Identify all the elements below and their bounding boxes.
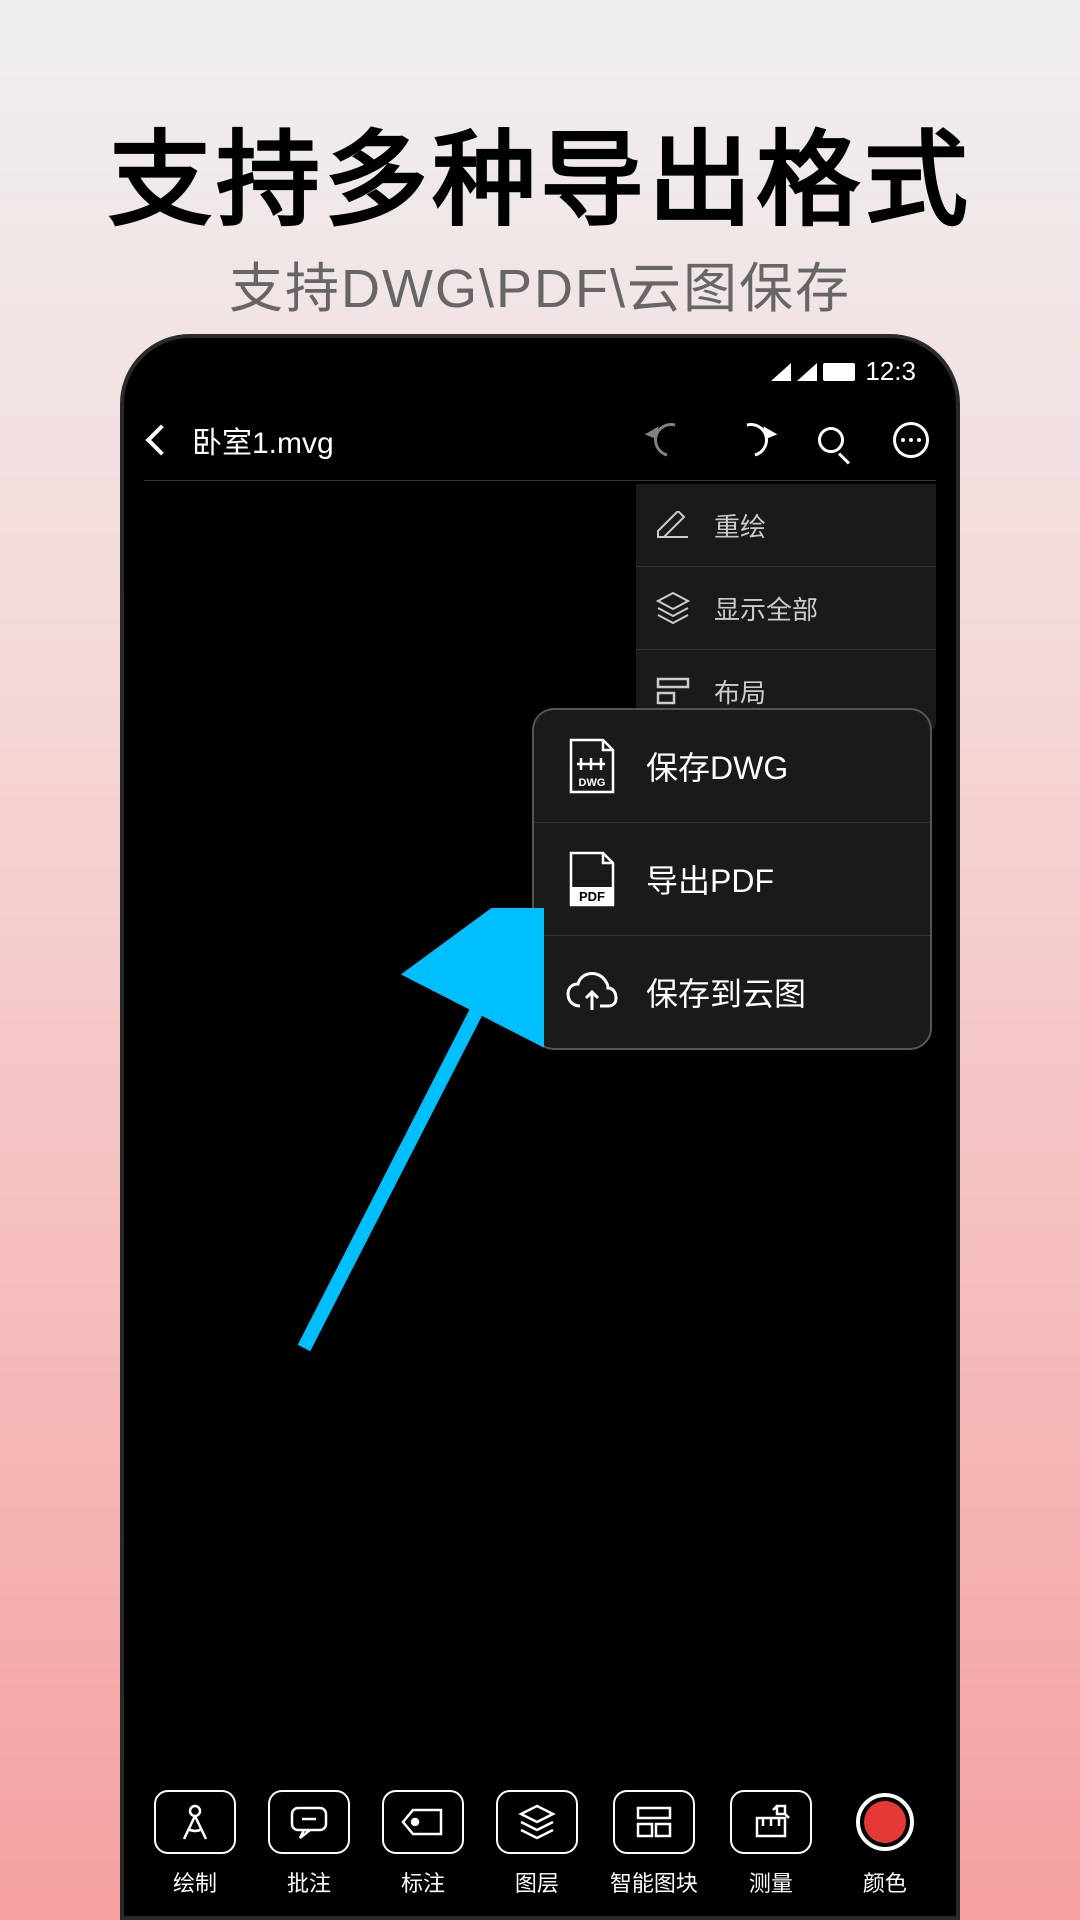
dwg-file-icon: DWG bbox=[564, 738, 620, 794]
bottom-toolbar: 绘制 批注 标注 bbox=[124, 1772, 956, 1916]
tool-label: 智能图块 bbox=[610, 1866, 698, 1898]
tool-annotate[interactable]: 批注 bbox=[268, 1790, 350, 1898]
redo-icon bbox=[728, 417, 774, 463]
header-divider bbox=[144, 480, 936, 481]
layout-icon bbox=[654, 672, 692, 710]
tool-label: 颜色 bbox=[863, 1866, 907, 1898]
file-title: 卧室1.mvg bbox=[192, 418, 652, 462]
export-submenu: DWG 保存DWG PDF 导出PDF bbox=[532, 708, 932, 1050]
submenu-label: 保存DWG bbox=[646, 743, 788, 789]
tool-label: 标注 bbox=[401, 1866, 445, 1898]
tool-label: 测量 bbox=[749, 1866, 793, 1898]
back-icon[interactable] bbox=[145, 424, 176, 455]
marketing-headline: 支持多种导出格式 bbox=[0, 95, 1080, 246]
submenu-label: 导出PDF bbox=[646, 856, 774, 902]
comment-icon bbox=[268, 1790, 350, 1854]
phone-frame: 12:3 卧室1.mvg bbox=[120, 334, 960, 1920]
more-button[interactable] bbox=[892, 421, 930, 459]
tool-smartblock[interactable]: 智能图块 bbox=[610, 1790, 698, 1898]
tool-layers[interactable]: 图层 bbox=[496, 1790, 578, 1898]
tool-markup[interactable]: 标注 bbox=[382, 1790, 464, 1898]
tool-label: 批注 bbox=[287, 1866, 331, 1898]
svg-text:PDF: PDF bbox=[579, 889, 605, 904]
tool-color[interactable]: 颜色 bbox=[844, 1790, 926, 1898]
header-actions bbox=[652, 421, 930, 459]
status-bar: 12:3 bbox=[771, 356, 916, 387]
cloud-upload-icon bbox=[564, 964, 620, 1020]
marketing-subheadline: 支持DWG\PDF\云图保存 bbox=[0, 244, 1080, 323]
redo-button[interactable] bbox=[732, 421, 770, 459]
tool-label: 图层 bbox=[515, 1866, 559, 1898]
dropdown-label: 布局 bbox=[714, 673, 766, 710]
signal-icon bbox=[771, 363, 791, 381]
app-header: 卧室1.mvg bbox=[124, 406, 956, 474]
dropdown-label: 显示全部 bbox=[714, 590, 818, 627]
dropdown-item-redraw[interactable]: 重绘 bbox=[636, 484, 936, 567]
tool-measure[interactable]: 测量 bbox=[730, 1790, 812, 1898]
status-time: 12:3 bbox=[865, 356, 916, 387]
status-icons bbox=[771, 363, 855, 381]
signal-icon bbox=[797, 363, 817, 381]
svg-text:DWG: DWG bbox=[579, 777, 606, 789]
submenu-item-save-cloud[interactable]: 保存到云图 bbox=[534, 936, 930, 1048]
highlight-arrow-icon bbox=[284, 908, 544, 1368]
undo-button[interactable] bbox=[652, 421, 690, 459]
tool-draw[interactable]: 绘制 bbox=[154, 1790, 236, 1898]
dropdown-menu: 重绘 显示全部 布局 bbox=[636, 484, 936, 732]
ruler-icon bbox=[730, 1790, 812, 1854]
tag-icon bbox=[382, 1790, 464, 1854]
search-icon bbox=[818, 427, 844, 453]
grid-icon bbox=[613, 1790, 695, 1854]
dropdown-label: 重绘 bbox=[714, 507, 766, 544]
compass-icon bbox=[154, 1790, 236, 1854]
submenu-item-export-pdf[interactable]: PDF 导出PDF bbox=[534, 823, 930, 936]
layers-icon bbox=[654, 589, 692, 627]
tool-label: 绘制 bbox=[173, 1866, 217, 1898]
pdf-file-icon: PDF bbox=[564, 851, 620, 907]
more-icon bbox=[893, 422, 929, 458]
search-button[interactable] bbox=[812, 421, 850, 459]
layers-stack-icon bbox=[496, 1790, 578, 1854]
pencil-icon bbox=[654, 506, 692, 544]
submenu-label: 保存到云图 bbox=[646, 969, 806, 1015]
dropdown-item-showall[interactable]: 显示全部 bbox=[636, 567, 936, 650]
color-picker-icon bbox=[844, 1790, 926, 1854]
undo-icon bbox=[648, 417, 694, 463]
battery-icon bbox=[823, 363, 855, 381]
submenu-item-save-dwg[interactable]: DWG 保存DWG bbox=[534, 710, 930, 823]
